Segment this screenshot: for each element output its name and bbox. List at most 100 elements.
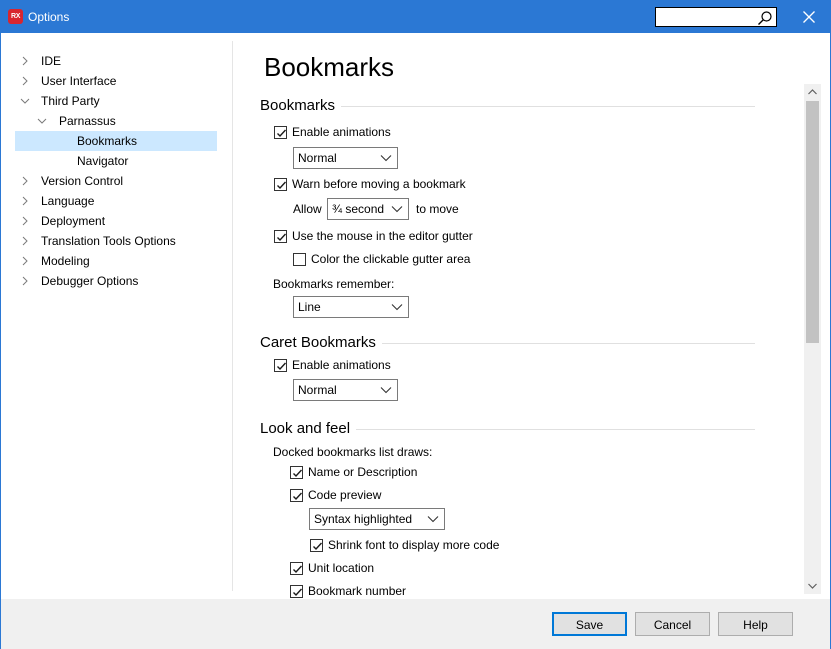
bookmark-number-checkbox[interactable]: Bookmark number bbox=[290, 582, 406, 599]
chevron-down-icon bbox=[391, 206, 403, 213]
section-rule bbox=[356, 428, 755, 430]
select-value: Line bbox=[298, 300, 321, 314]
warn-before-moving-checkbox[interactable]: Warn before moving a bookmark bbox=[274, 175, 466, 193]
chevron-right-icon[interactable] bbox=[20, 76, 30, 86]
move-delay-select[interactable]: ¾ second bbox=[327, 198, 409, 220]
tree-item-label: Bookmarks bbox=[77, 134, 138, 148]
select-value: Syntax highlighted bbox=[314, 512, 413, 526]
chevron-right-icon[interactable] bbox=[20, 196, 30, 206]
tree-item-modeling[interactable]: Modeling bbox=[15, 251, 217, 271]
tree-item-translation-tools-options[interactable]: Translation Tools Options bbox=[15, 231, 217, 251]
chevron-right-icon[interactable] bbox=[20, 176, 30, 186]
chevron-right-icon[interactable] bbox=[20, 256, 30, 266]
tree-item-navigator[interactable]: Navigator bbox=[15, 151, 217, 171]
shrink-font-checkbox[interactable]: Shrink font to display more code bbox=[310, 536, 499, 554]
vertical-scrollbar[interactable] bbox=[804, 84, 821, 594]
checkbox-box[interactable] bbox=[274, 125, 287, 139]
section-rule bbox=[381, 342, 755, 344]
cancel-button[interactable]: Cancel bbox=[635, 612, 710, 636]
allow-label: Allow bbox=[293, 202, 322, 216]
checkmark-icon bbox=[293, 469, 303, 477]
chevron-right-icon[interactable] bbox=[20, 216, 30, 226]
checkbox-label: Name or Description bbox=[308, 465, 418, 479]
chevron-right-icon[interactable] bbox=[20, 56, 30, 66]
caret-enable-animations-checkbox[interactable]: Enable animations bbox=[274, 356, 391, 374]
search-icon[interactable] bbox=[757, 10, 773, 26]
chevron-down-icon bbox=[391, 304, 403, 311]
chevron-right-icon[interactable] bbox=[20, 276, 30, 286]
unit-location-checkbox[interactable]: Unit location bbox=[290, 559, 374, 577]
window-title: Options bbox=[28, 10, 70, 24]
checkbox-label: Shrink font to display more code bbox=[328, 538, 500, 552]
tree-item-user-interface[interactable]: User Interface bbox=[15, 71, 217, 91]
code-preview-checkbox[interactable]: Code preview bbox=[290, 486, 381, 504]
checkbox-label: Warn before moving a bookmark bbox=[292, 177, 466, 191]
help-button[interactable]: Help bbox=[718, 612, 793, 636]
checkbox-label: Unit location bbox=[308, 561, 375, 575]
close-button[interactable] bbox=[793, 1, 825, 33]
scroll-down-arrow-icon[interactable] bbox=[808, 583, 817, 589]
section-title: Caret Bookmarks bbox=[260, 334, 376, 351]
checkbox-box[interactable] bbox=[290, 584, 303, 598]
options-window: RX Options IDE User Interface Third Part… bbox=[0, 0, 831, 649]
tree-item-label: Deployment bbox=[41, 214, 106, 228]
tree-item-label: Language bbox=[41, 194, 95, 208]
checkbox-box[interactable] bbox=[293, 252, 306, 266]
scrollbar-thumb[interactable] bbox=[806, 101, 819, 343]
chevron-down-icon[interactable] bbox=[20, 96, 30, 106]
checkmark-icon bbox=[277, 181, 287, 189]
name-or-description-checkbox[interactable]: Name or Description bbox=[290, 463, 417, 481]
caret-animation-speed-select[interactable]: Normal bbox=[293, 379, 398, 401]
chevron-down-icon bbox=[380, 387, 392, 394]
checkmark-icon bbox=[277, 129, 287, 137]
tree-item-label: Parnassus bbox=[59, 114, 116, 128]
select-value: Normal bbox=[298, 383, 337, 397]
checkbox-box[interactable] bbox=[274, 229, 287, 243]
scroll-up-arrow-icon[interactable] bbox=[808, 89, 817, 95]
checkbox-box[interactable] bbox=[274, 358, 287, 372]
checkbox-box[interactable] bbox=[290, 488, 303, 502]
checkbox-label: Enable animations bbox=[292, 125, 391, 139]
options-tree: IDE User Interface Third Party Parnassus… bbox=[15, 51, 217, 291]
tree-item-ide[interactable]: IDE bbox=[15, 51, 217, 71]
section-heading-bookmarks: Bookmarks bbox=[260, 97, 755, 115]
tree-item-label: Navigator bbox=[77, 154, 129, 168]
select-value: Normal bbox=[298, 151, 337, 165]
tree-item-label: Translation Tools Options bbox=[41, 234, 176, 248]
bookmarks-remember-label: Bookmarks remember: bbox=[273, 277, 395, 291]
tree-item-third-party[interactable]: Third Party bbox=[15, 91, 217, 111]
checkbox-label: Enable animations bbox=[292, 358, 391, 372]
checkbox-label: Use the mouse in the editor gutter bbox=[292, 229, 473, 243]
tree-item-version-control[interactable]: Version Control bbox=[15, 171, 217, 191]
tree-item-label: User Interface bbox=[41, 74, 117, 88]
tree-item-label: IDE bbox=[41, 54, 62, 68]
animation-speed-select[interactable]: Normal bbox=[293, 147, 398, 169]
checkbox-box[interactable] bbox=[290, 561, 303, 575]
checkbox-box[interactable] bbox=[290, 465, 303, 479]
enable-animations-checkbox[interactable]: Enable animations bbox=[274, 123, 391, 141]
tree-item-debugger-options[interactable]: Debugger Options bbox=[15, 271, 217, 291]
save-button[interactable]: Save bbox=[552, 612, 627, 636]
tree-item-parnassus[interactable]: Parnassus bbox=[15, 111, 217, 131]
checkbox-box[interactable] bbox=[310, 538, 323, 552]
title-bar[interactable]: RX Options bbox=[1, 1, 830, 33]
checkbox-box[interactable] bbox=[274, 177, 287, 191]
checkmark-icon bbox=[313, 542, 323, 550]
bookmarks-remember-select[interactable]: Line bbox=[293, 296, 409, 318]
chevron-right-icon[interactable] bbox=[20, 236, 30, 246]
tree-item-deployment[interactable]: Deployment bbox=[15, 211, 217, 231]
checkmark-icon bbox=[293, 565, 303, 573]
section-title: Look and feel bbox=[260, 420, 351, 437]
app-logo-icon: RX bbox=[8, 9, 23, 24]
checkbox-label: Color the clickable gutter area bbox=[311, 252, 471, 266]
options-search-input[interactable] bbox=[655, 7, 777, 27]
section-heading-look-and-feel: Look and feel bbox=[260, 420, 755, 438]
chevron-down-icon bbox=[380, 155, 392, 162]
settings-panel: Bookmarks Bookmarks Enable animations No… bbox=[233, 34, 804, 599]
use-mouse-gutter-checkbox[interactable]: Use the mouse in the editor gutter bbox=[274, 227, 473, 245]
color-gutter-checkbox[interactable]: Color the clickable gutter area bbox=[293, 250, 470, 268]
preview-style-select[interactable]: Syntax highlighted bbox=[309, 508, 445, 530]
tree-item-bookmarks[interactable]: Bookmarks bbox=[15, 131, 217, 151]
chevron-down-icon[interactable] bbox=[37, 116, 47, 126]
tree-item-language[interactable]: Language bbox=[15, 191, 217, 211]
